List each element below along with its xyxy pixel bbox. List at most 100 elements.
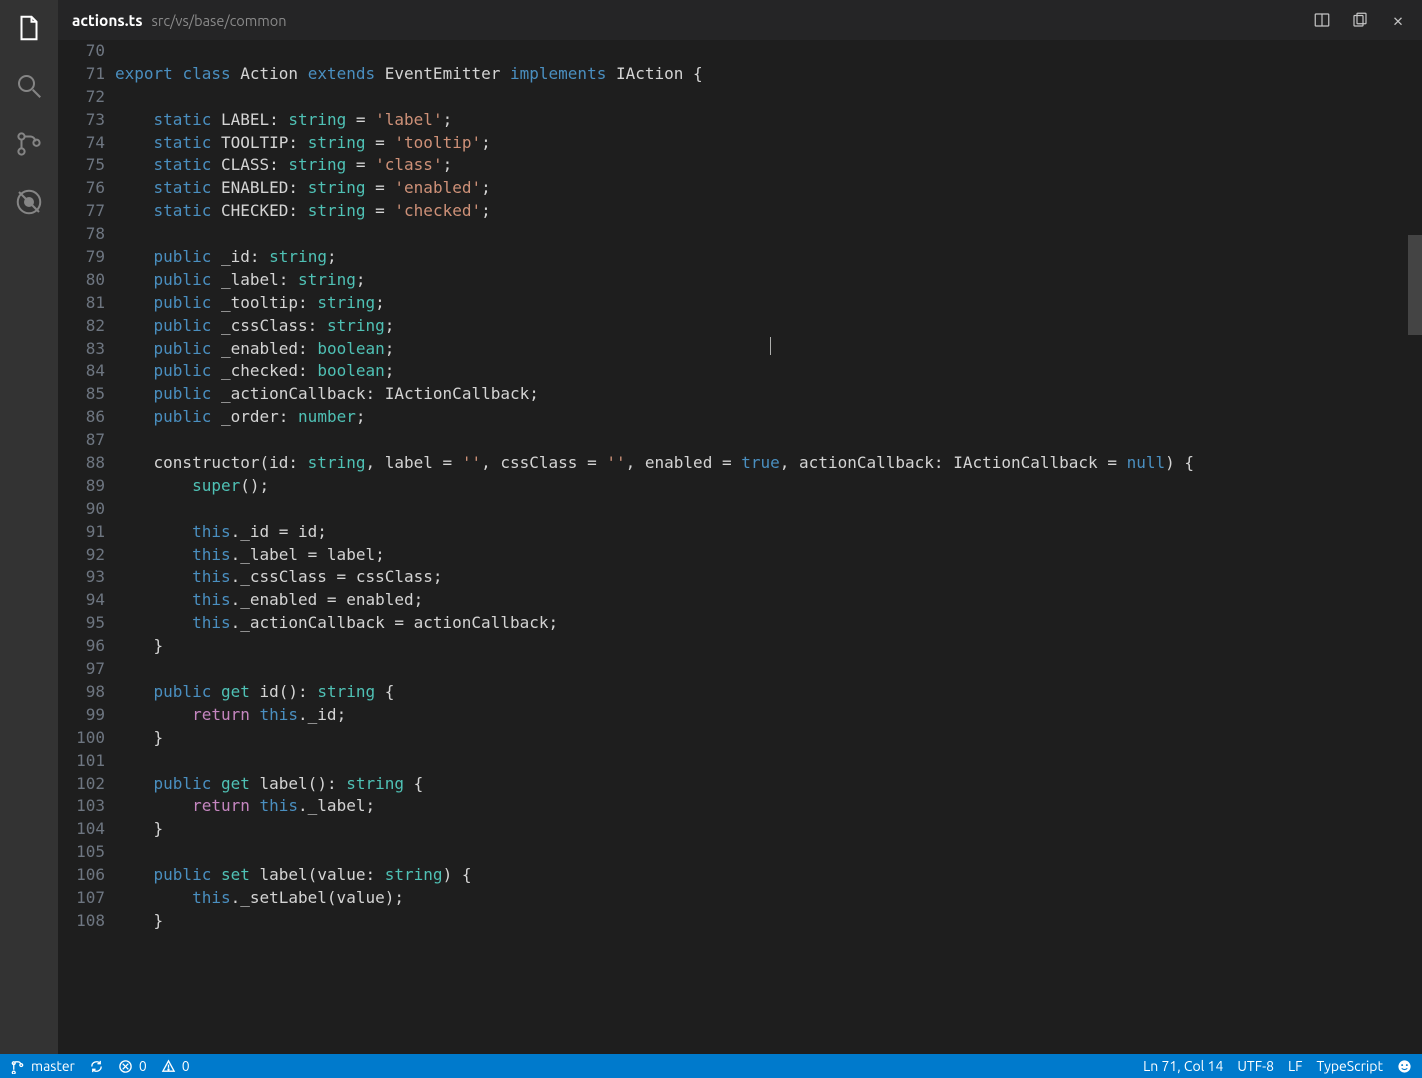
code-line[interactable]: } (115, 818, 1422, 841)
code-line[interactable] (115, 429, 1422, 452)
code-line[interactable]: this._enabled = enabled; (115, 589, 1422, 612)
editor-tab-bar: actions.ts src/vs/base/common × (58, 0, 1422, 40)
status-eol[interactable]: LF (1288, 1058, 1303, 1074)
status-errors[interactable]: 0 (118, 1058, 147, 1074)
line-number: 71 (58, 63, 105, 86)
line-number: 103 (58, 795, 105, 818)
code-line[interactable] (115, 86, 1422, 109)
line-number: 82 (58, 315, 105, 338)
code-line[interactable]: public _order: number; (115, 406, 1422, 429)
text-cursor (770, 337, 771, 355)
overview-ruler[interactable] (1408, 40, 1422, 1054)
code-line[interactable]: this._cssClass = cssClass; (115, 566, 1422, 589)
close-icon[interactable]: × (1388, 10, 1408, 30)
code-line[interactable]: public _tooltip: string; (115, 292, 1422, 315)
status-branch[interactable]: master (10, 1058, 75, 1074)
code-line[interactable]: public _label: string; (115, 269, 1422, 292)
code-line[interactable]: public _cssClass: string; (115, 315, 1422, 338)
code-area[interactable]: export class Action extends EventEmitter… (113, 40, 1422, 1054)
code-line[interactable]: this._label = label; (115, 544, 1422, 567)
code-line[interactable]: public _enabled: boolean; (115, 338, 1422, 361)
editor-group: actions.ts src/vs/base/common × 70717273… (58, 0, 1422, 1054)
line-number: 73 (58, 109, 105, 132)
status-error-count: 0 (139, 1058, 147, 1074)
code-line[interactable]: return this._label; (115, 795, 1422, 818)
code-line[interactable] (115, 658, 1422, 681)
line-number: 70 (58, 40, 105, 63)
code-line[interactable]: constructor(id: string, label = '', cssC… (115, 452, 1422, 475)
line-number: 93 (58, 566, 105, 589)
line-number: 98 (58, 681, 105, 704)
line-number: 90 (58, 498, 105, 521)
line-number: 84 (58, 360, 105, 383)
explorer-icon[interactable] (13, 12, 45, 44)
status-branch-name: master (31, 1058, 75, 1074)
code-line[interactable]: public get label(): string { (115, 773, 1422, 796)
split-editor-icon[interactable] (1312, 10, 1332, 30)
workbench: actions.ts src/vs/base/common × 70717273… (0, 0, 1422, 1054)
line-number: 106 (58, 864, 105, 887)
line-number: 72 (58, 86, 105, 109)
code-line[interactable]: super(); (115, 475, 1422, 498)
line-number: 86 (58, 406, 105, 429)
line-number: 81 (58, 292, 105, 315)
code-line[interactable]: this._actionCallback = actionCallback; (115, 612, 1422, 635)
status-encoding[interactable]: UTF-8 (1237, 1058, 1274, 1074)
editor-body[interactable]: 7071727374757677787980818283848586878889… (58, 40, 1422, 1054)
line-number: 85 (58, 383, 105, 406)
code-line[interactable]: this._id = id; (115, 521, 1422, 544)
line-number: 89 (58, 475, 105, 498)
line-number: 100 (58, 727, 105, 750)
code-line[interactable]: public set label(value: string) { (115, 864, 1422, 887)
line-number: 77 (58, 200, 105, 223)
status-feedback-icon[interactable] (1397, 1059, 1412, 1074)
line-number: 83 (58, 338, 105, 361)
line-number: 107 (58, 887, 105, 910)
code-line[interactable] (115, 750, 1422, 773)
debug-icon[interactable] (13, 186, 45, 218)
code-line[interactable]: static LABEL: string = 'label'; (115, 109, 1422, 132)
line-number: 105 (58, 841, 105, 864)
activity-bar (0, 0, 58, 1054)
code-line[interactable]: } (115, 910, 1422, 933)
code-line[interactable]: public get id(): string { (115, 681, 1422, 704)
line-number: 88 (58, 452, 105, 475)
line-number: 87 (58, 429, 105, 452)
status-warning-count: 0 (182, 1058, 190, 1074)
code-line[interactable]: static ENABLED: string = 'enabled'; (115, 177, 1422, 200)
search-icon[interactable] (13, 70, 45, 102)
open-changes-icon[interactable] (1350, 10, 1370, 30)
code-line[interactable] (115, 40, 1422, 63)
scrollbar-thumb[interactable] (1408, 235, 1422, 335)
code-line[interactable]: static CHECKED: string = 'checked'; (115, 200, 1422, 223)
status-bar: master 0 0 Ln 71, Col 14 UTF-8 LF TypeSc… (0, 1054, 1422, 1078)
code-line[interactable]: static CLASS: string = 'class'; (115, 154, 1422, 177)
line-number: 79 (58, 246, 105, 269)
tab-file-name[interactable]: actions.ts (72, 12, 143, 29)
status-sync-icon[interactable] (89, 1059, 104, 1074)
code-line[interactable]: public _id: string; (115, 246, 1422, 269)
line-number: 99 (58, 704, 105, 727)
tab-actions: × (1312, 10, 1408, 30)
code-line[interactable]: export class Action extends EventEmitter… (115, 63, 1422, 86)
line-number: 75 (58, 154, 105, 177)
code-line[interactable]: public _checked: boolean; (115, 360, 1422, 383)
line-number: 74 (58, 132, 105, 155)
code-line[interactable]: } (115, 727, 1422, 750)
line-number: 96 (58, 635, 105, 658)
status-cursor-position[interactable]: Ln 71, Col 14 (1143, 1058, 1223, 1074)
code-line[interactable]: } (115, 635, 1422, 658)
code-line[interactable] (115, 841, 1422, 864)
code-line[interactable]: this._setLabel(value); (115, 887, 1422, 910)
line-number: 78 (58, 223, 105, 246)
code-line[interactable]: public _actionCallback: IActionCallback; (115, 383, 1422, 406)
code-line[interactable] (115, 223, 1422, 246)
code-line[interactable]: return this._id; (115, 704, 1422, 727)
tab-file-path: src/vs/base/common (152, 12, 287, 29)
status-warnings[interactable]: 0 (161, 1058, 190, 1074)
code-line[interactable]: static TOOLTIP: string = 'tooltip'; (115, 132, 1422, 155)
line-number: 108 (58, 910, 105, 933)
status-language[interactable]: TypeScript (1317, 1058, 1383, 1074)
code-line[interactable] (115, 498, 1422, 521)
source-control-icon[interactable] (13, 128, 45, 160)
